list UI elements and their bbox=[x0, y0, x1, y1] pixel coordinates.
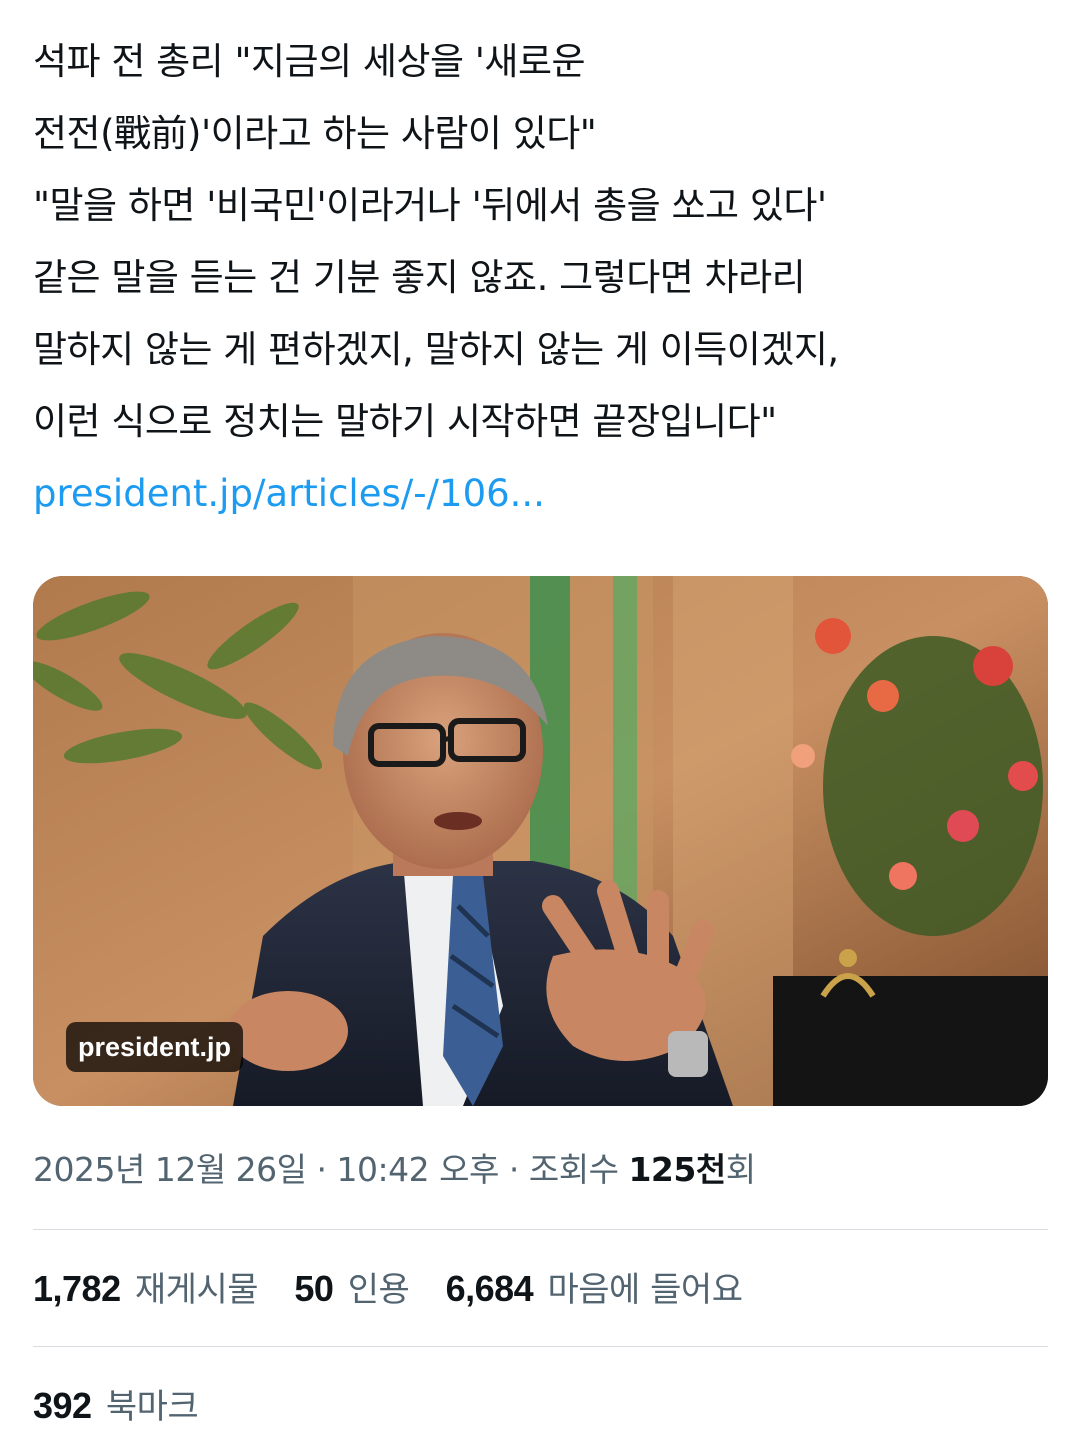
retweets-label: 재게시물 bbox=[134, 1270, 259, 1310]
quotes-count: 50 bbox=[294, 1268, 334, 1309]
views-suffix: 회 bbox=[725, 1150, 756, 1189]
quotes-stat[interactable]: 50 인용 bbox=[294, 1267, 409, 1312]
bookmarks-label: 북마크 bbox=[105, 1387, 199, 1427]
tweet-text-line: 석파 전 총리 "지금의 세상을 '새로운 bbox=[33, 40, 586, 83]
likes-stat[interactable]: 6,684 마음에 들어요 bbox=[446, 1267, 743, 1312]
bookmarks-count: 392 bbox=[33, 1385, 92, 1426]
tweet-meta: 2025년 12월 26일 · 10:42 오후 · 조회수 125천회 bbox=[33, 1148, 756, 1192]
views-count: 125천 bbox=[628, 1150, 726, 1189]
tweet-text-line: 같은 말을 듣는 건 기분 좋지 않죠. 그렇다면 차라리 bbox=[33, 256, 806, 299]
likes-label: 마음에 들어요 bbox=[547, 1270, 743, 1310]
media-card[interactable]: president.jp bbox=[33, 576, 1048, 1106]
tweet-time[interactable]: 10:42 오후 bbox=[337, 1150, 500, 1189]
tweet-text: 석파 전 총리 "지금의 세상을 '새로운 전전(戰前)'이라고 하는 사람이 … bbox=[33, 26, 1048, 530]
bookmark-stats: 392 북마크 bbox=[33, 1384, 224, 1429]
source-badge: president.jp bbox=[66, 1022, 244, 1072]
quotes-label: 인용 bbox=[347, 1270, 410, 1310]
views-label: 조회수 bbox=[528, 1150, 619, 1189]
tweet-text-line: 이런 식으로 정치는 말하기 시작하면 끝장입니다" bbox=[33, 400, 777, 443]
bookmarks-stat[interactable]: 392 북마크 bbox=[33, 1384, 199, 1429]
meta-separator: · bbox=[316, 1150, 328, 1189]
article-link[interactable]: president.jp/articles/-/106... bbox=[33, 458, 1048, 530]
tweet-text-line: 말하지 않는 게 편하겠지, 말하지 않는 게 이득이겠지, bbox=[33, 328, 839, 371]
engagement-stats: 1,782 재게시물 50 인용 6,684 마음에 들어요 bbox=[33, 1267, 768, 1312]
tweet-text-line: 전전(戰前)'이라고 하는 사람이 있다" bbox=[33, 112, 597, 155]
meta-separator: · bbox=[508, 1150, 520, 1189]
divider bbox=[33, 1346, 1048, 1347]
likes-count: 6,684 bbox=[445, 1268, 534, 1309]
divider bbox=[33, 1229, 1048, 1230]
tweet-text-line: "말을 하면 '비국민'이라거나 '뒤에서 총을 쏘고 있다' bbox=[33, 184, 827, 227]
tweet-date[interactable]: 2025년 12월 26일 bbox=[33, 1150, 307, 1189]
retweets-stat[interactable]: 1,782 재게시물 bbox=[33, 1267, 259, 1312]
retweets-count: 1,782 bbox=[33, 1268, 121, 1309]
